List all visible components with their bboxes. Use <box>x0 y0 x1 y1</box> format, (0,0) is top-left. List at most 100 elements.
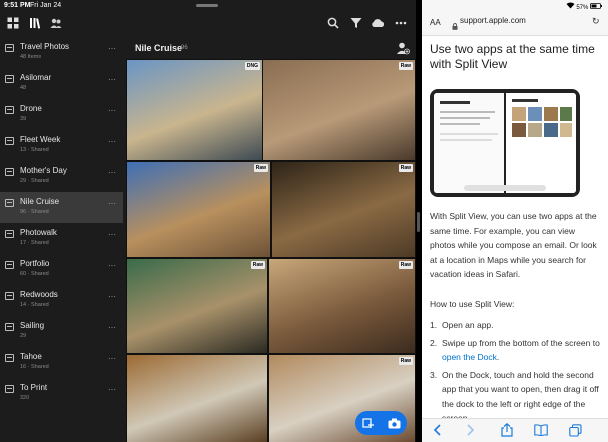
album-sidebar: Travel Photos 48 Items ··· Asilomar 48 ··· Dro… <box>0 37 123 442</box>
reader-aa-button[interactable]: AA <box>430 18 441 27</box>
album-name: Asilomar <box>20 73 52 82</box>
album-name: Sailing <box>20 321 45 330</box>
intro-paragraph: With Split View, you can use two apps at… <box>430 211 597 279</box>
album-more-button[interactable]: ··· <box>108 137 116 146</box>
album-count: 60 · Shared <box>20 271 49 277</box>
album-row[interactable]: Asilomar 48 ··· <box>0 68 123 99</box>
album-count: 17 · Shared <box>20 240 49 246</box>
album-name: Redwoods <box>20 290 58 299</box>
album-more-button[interactable]: ··· <box>108 44 116 53</box>
album-row[interactable]: Photowalk 17 · Shared ··· <box>0 223 123 254</box>
open-dock-link[interactable]: open the Dock <box>442 352 497 362</box>
album-count: 96 · Shared <box>20 209 49 215</box>
photo-temple-man[interactable]: Raw <box>263 60 415 160</box>
album-more-button[interactable]: ··· <box>108 168 116 177</box>
step-item: 3. On the Dock, touch and hold the second… <box>430 368 602 426</box>
album-row[interactable]: Portfolio 60 · Shared ··· <box>0 254 123 285</box>
album-icon <box>5 137 14 145</box>
search-icon[interactable] <box>324 14 342 32</box>
status-date: Fri Jan 24 <box>30 2 62 9</box>
article: Use two apps at the same time with Split… <box>430 42 602 72</box>
forward-icon[interactable] <box>464 423 478 437</box>
status-right: 57% <box>566 2 602 11</box>
album-more-button[interactable]: ··· <box>108 385 116 394</box>
album-row[interactable]: Fleet Week 13 · Shared ··· <box>0 130 123 161</box>
album-name: Fleet Week <box>20 135 61 144</box>
share-icon[interactable] <box>500 423 514 437</box>
file-type-badge: DNG <box>244 62 260 70</box>
step-number: 2. <box>430 337 438 348</box>
step-number: 3. <box>430 369 438 380</box>
back-icon[interactable] <box>430 423 444 437</box>
photo-hieroglyphs[interactable]: Raw <box>272 162 415 257</box>
album-more-button[interactable]: ··· <box>108 292 116 301</box>
add-photos-icon[interactable] <box>355 411 381 435</box>
multitasking-handle[interactable] <box>196 4 218 7</box>
battery-icon <box>590 3 602 11</box>
album-more-button[interactable]: ··· <box>108 354 116 363</box>
file-type-badge: Raw <box>253 164 268 172</box>
more-icon[interactable] <box>392 14 410 32</box>
album-more-button[interactable]: ··· <box>108 261 116 270</box>
photo-grid: DNG Raw Raw Raw Raw Raw Raw <box>126 59 416 442</box>
album-count: 39 <box>20 116 27 122</box>
bookmarks-icon[interactable] <box>534 423 548 437</box>
album-more-button[interactable]: ··· <box>108 199 116 208</box>
album-name: Photowalk <box>20 228 57 237</box>
album-row[interactable]: Redwoods 14 · Shared ··· <box>0 285 123 316</box>
url-field[interactable]: support.apple.com <box>460 16 526 25</box>
album-more-button[interactable]: ··· <box>108 323 116 332</box>
lightroom-toolbar <box>0 12 416 34</box>
album-name: Mother's Day <box>20 166 67 175</box>
album-row[interactable]: Travel Photos 48 Items ··· <box>0 37 123 68</box>
grid-view-icon[interactable] <box>4 14 22 32</box>
people-icon[interactable] <box>47 14 65 32</box>
album-row[interactable]: Nile Cruise 96 · Shared ··· <box>0 192 123 223</box>
album-icon <box>5 168 14 176</box>
album-count: 48 <box>20 85 27 91</box>
photo-alley[interactable]: Raw <box>269 259 415 353</box>
safari-app: 57% AA support.apple.com ↻ Use two apps … <box>422 0 608 442</box>
album-name: Tahoe <box>20 352 42 361</box>
album-row[interactable]: Drone 39 ··· <box>0 99 123 130</box>
share-people-icon[interactable] <box>396 41 410 55</box>
album-icon <box>5 385 14 393</box>
album-row[interactable]: Mother's Day 29 · Shared ··· <box>0 161 123 192</box>
album-count: 16 · Shared <box>20 364 49 370</box>
safari-address-bar: 57% AA support.apple.com ↻ <box>422 0 608 36</box>
howto-heading: How to use Split View: <box>430 299 515 309</box>
tabs-icon[interactable] <box>568 423 582 437</box>
step-item: 1. Open an app. <box>430 318 602 333</box>
safari-toolbar <box>422 418 608 442</box>
cloud-icon[interactable] <box>369 14 387 32</box>
file-type-badge: Raw <box>398 62 413 70</box>
album-icon <box>5 323 14 331</box>
album-count: 320 <box>20 395 30 401</box>
album-more-button[interactable]: ··· <box>108 75 116 84</box>
album-more-button[interactable]: ··· <box>108 230 116 239</box>
photo-window-grille[interactable] <box>127 355 267 442</box>
ipad-illustration <box>430 89 580 197</box>
album-icon <box>5 292 14 300</box>
photo-boat[interactable]: DNG <box>127 60 262 160</box>
album-icon <box>5 199 14 207</box>
grid-header: Nile Cruise 96 <box>126 37 416 59</box>
filter-icon[interactable] <box>347 14 365 32</box>
album-icon <box>5 75 14 83</box>
photo-tailor[interactable]: Raw <box>127 259 267 353</box>
file-type-badge: Raw <box>398 357 413 365</box>
file-type-badge: Raw <box>250 261 265 269</box>
reload-icon[interactable]: ↻ <box>592 16 600 27</box>
file-type-badge: Raw <box>398 261 413 269</box>
wifi-icon <box>566 2 577 11</box>
album-row[interactable]: Sailing 29 ··· <box>0 316 123 347</box>
camera-icon[interactable] <box>381 411 407 435</box>
split-view-grip[interactable] <box>417 212 420 232</box>
album-row[interactable]: To Print 320 ··· <box>0 378 123 409</box>
add-photos-fab[interactable] <box>355 411 407 435</box>
album-more-button[interactable]: ··· <box>108 106 116 115</box>
album-row[interactable]: Tahoe 16 · Shared ··· <box>0 347 123 378</box>
photo-old-building[interactable]: Raw <box>127 162 270 257</box>
library-icon[interactable] <box>26 14 44 32</box>
album-count: 14 · Shared <box>20 302 49 308</box>
